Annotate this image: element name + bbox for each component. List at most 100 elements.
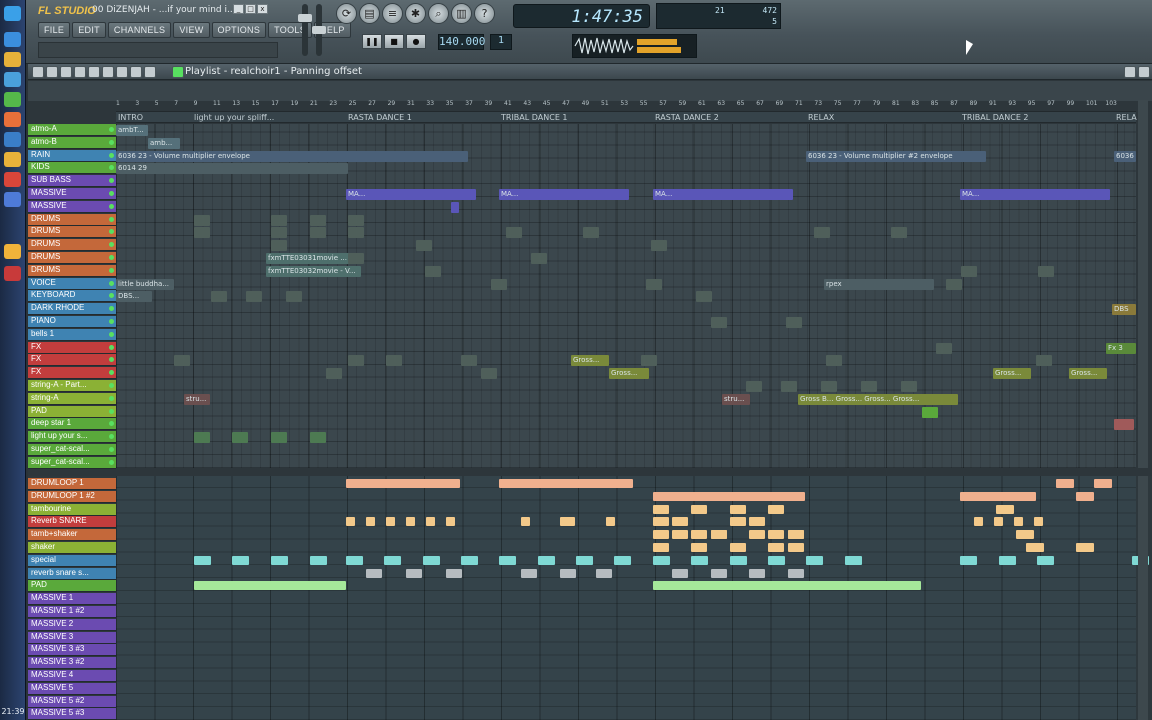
step-note[interactable] [1076, 543, 1094, 552]
playlist-clip[interactable]: Gross B... Gross... Gross... Gross... [798, 393, 958, 405]
pattern-blip[interactable] [946, 278, 962, 290]
track-mute-led[interactable] [109, 319, 114, 324]
marker[interactable]: RASTA DANCE 2 [655, 113, 719, 122]
track-mute-led[interactable] [109, 178, 114, 184]
marker[interactable]: RELA [1116, 113, 1137, 122]
track-mute-led[interactable] [109, 447, 114, 452]
select-tool-icon[interactable] [116, 66, 128, 78]
playlist-grid[interactable]: ambT... amb... 6036 23 - Volume multiplier… [116, 124, 1136, 468]
step-note[interactable] [346, 517, 355, 527]
channel-label[interactable]: MASSIVE 1 #2 [28, 606, 116, 618]
channel-label[interactable]: MASSIVE 5 [28, 682, 116, 695]
step-note[interactable] [653, 504, 669, 514]
channel-label[interactable]: MASSIVE 3 [28, 631, 116, 644]
bar-ruler[interactable]: 1 3 5 7 9 11 13 15 17 19 21 23 25 27 29 31 33 35 37 39 41 43 4… [116, 100, 1136, 110]
track-label[interactable]: MASSIVE [28, 200, 116, 213]
playlist-scrollbar[interactable] [1138, 100, 1148, 468]
app-icon[interactable] [4, 266, 21, 281]
step-note[interactable] [366, 568, 382, 578]
playlist-clip[interactable]: rpex [824, 278, 934, 290]
playlist-clip[interactable]: 6036 23 - Volume multiplier envelope [116, 150, 468, 162]
pattern-blip[interactable] [310, 227, 326, 239]
track-mute-led[interactable] [109, 255, 114, 260]
app-icon[interactable] [4, 72, 21, 87]
playlist-clip[interactable]: fxmTTE03032movie - V... [266, 265, 361, 277]
track-mute-led[interactable] [109, 421, 114, 427]
track-mute-led[interactable] [109, 408, 114, 414]
step-note[interactable] [691, 555, 708, 565]
pattern-blip[interactable] [936, 342, 952, 354]
pattern-blip[interactable] [891, 227, 907, 239]
step-note[interactable] [346, 555, 363, 565]
pattern-blip[interactable] [348, 253, 364, 264]
step-note[interactable] [845, 555, 862, 565]
playlist-clip[interactable]: DBS... [116, 291, 152, 303]
step-note[interactable] [366, 517, 375, 527]
step-note[interactable] [1076, 491, 1094, 501]
step-note[interactable] [788, 543, 804, 552]
step-note[interactable] [576, 555, 593, 565]
step-note[interactable] [653, 530, 669, 540]
channel-label[interactable]: MASSIVE 2 [28, 618, 116, 631]
pattern-blip[interactable] [211, 291, 227, 303]
record-button[interactable]: ● [406, 34, 426, 49]
pattern-blip[interactable] [286, 291, 302, 303]
pattern-blip[interactable] [711, 317, 727, 328]
channel-label[interactable]: MASSIVE 1 [28, 593, 116, 606]
pattern-blip[interactable] [348, 227, 364, 239]
step-note[interactable] [194, 581, 346, 591]
playlist-clip[interactable]: Gross... [993, 368, 1031, 380]
close-button[interactable]: x [257, 4, 268, 14]
step-note[interactable] [406, 517, 415, 527]
mute-tool-icon[interactable] [88, 66, 100, 78]
step-note[interactable] [691, 504, 707, 514]
step-note[interactable] [999, 555, 1016, 565]
step-note[interactable] [653, 555, 670, 565]
marker[interactable]: TRIBAL DANCE 2 [962, 113, 1029, 122]
channel-label[interactable]: special [28, 554, 116, 567]
close-icon[interactable] [1138, 66, 1150, 78]
step-note[interactable] [346, 479, 460, 488]
track-label[interactable]: atmo-B [28, 136, 116, 149]
pattern-blip[interactable] [194, 214, 210, 226]
pattern-blip[interactable] [826, 355, 842, 367]
browser-icon[interactable] [4, 32, 21, 47]
step-note[interactable] [560, 568, 576, 578]
pattern-blip[interactable] [416, 240, 432, 252]
track-label[interactable]: string-A - Part... [28, 380, 116, 392]
track-label[interactable]: super_cat-scal... [28, 456, 116, 469]
playlist-clip[interactable]: MA... [960, 189, 1110, 200]
step-note[interactable] [730, 504, 746, 514]
channel-label[interactable]: MASSIVE 5 #2 [28, 695, 116, 708]
pattern-blip[interactable] [1036, 355, 1052, 367]
track-label[interactable]: PIANO [28, 316, 116, 328]
browser-icon[interactable]: ⌕ [428, 3, 449, 24]
playlist-clip[interactable]: MA... [346, 189, 476, 200]
playlist-clip[interactable]: Fx 3 [1106, 342, 1136, 354]
track-mute-led[interactable] [109, 331, 114, 337]
pattern-blip[interactable] [386, 355, 402, 367]
pattern-blip[interactable] [271, 432, 287, 444]
fl-studio-task-icon[interactable] [4, 244, 21, 259]
track-label[interactable]: DRUMS [28, 213, 116, 226]
step-note[interactable] [538, 555, 555, 565]
track-label[interactable]: DRUMS [28, 226, 116, 239]
playlist-clip[interactable]: ambT... [116, 125, 148, 136]
step-note[interactable] [711, 530, 727, 540]
pattern-blip[interactable] [781, 381, 797, 392]
track-label[interactable]: deep star 1 [28, 418, 116, 431]
track-label[interactable]: light up your s... [28, 431, 116, 444]
restore-icon[interactable] [1124, 66, 1136, 78]
pattern-blip[interactable] [821, 381, 837, 392]
pattern-blip[interactable] [1038, 265, 1054, 277]
pattern-blip[interactable] [425, 265, 441, 277]
step-note[interactable] [384, 555, 401, 565]
pattern-blip[interactable] [271, 214, 287, 226]
pattern-blip[interactable] [651, 240, 667, 252]
track-mute-led[interactable] [109, 267, 114, 273]
step-note[interactable] [1014, 517, 1023, 527]
playlist-clip[interactable]: 6014 29 [116, 163, 348, 175]
track-mute-led[interactable] [109, 216, 114, 222]
menu-options[interactable]: OPTIONS [211, 22, 267, 38]
pattern-blip[interactable] [194, 227, 210, 239]
